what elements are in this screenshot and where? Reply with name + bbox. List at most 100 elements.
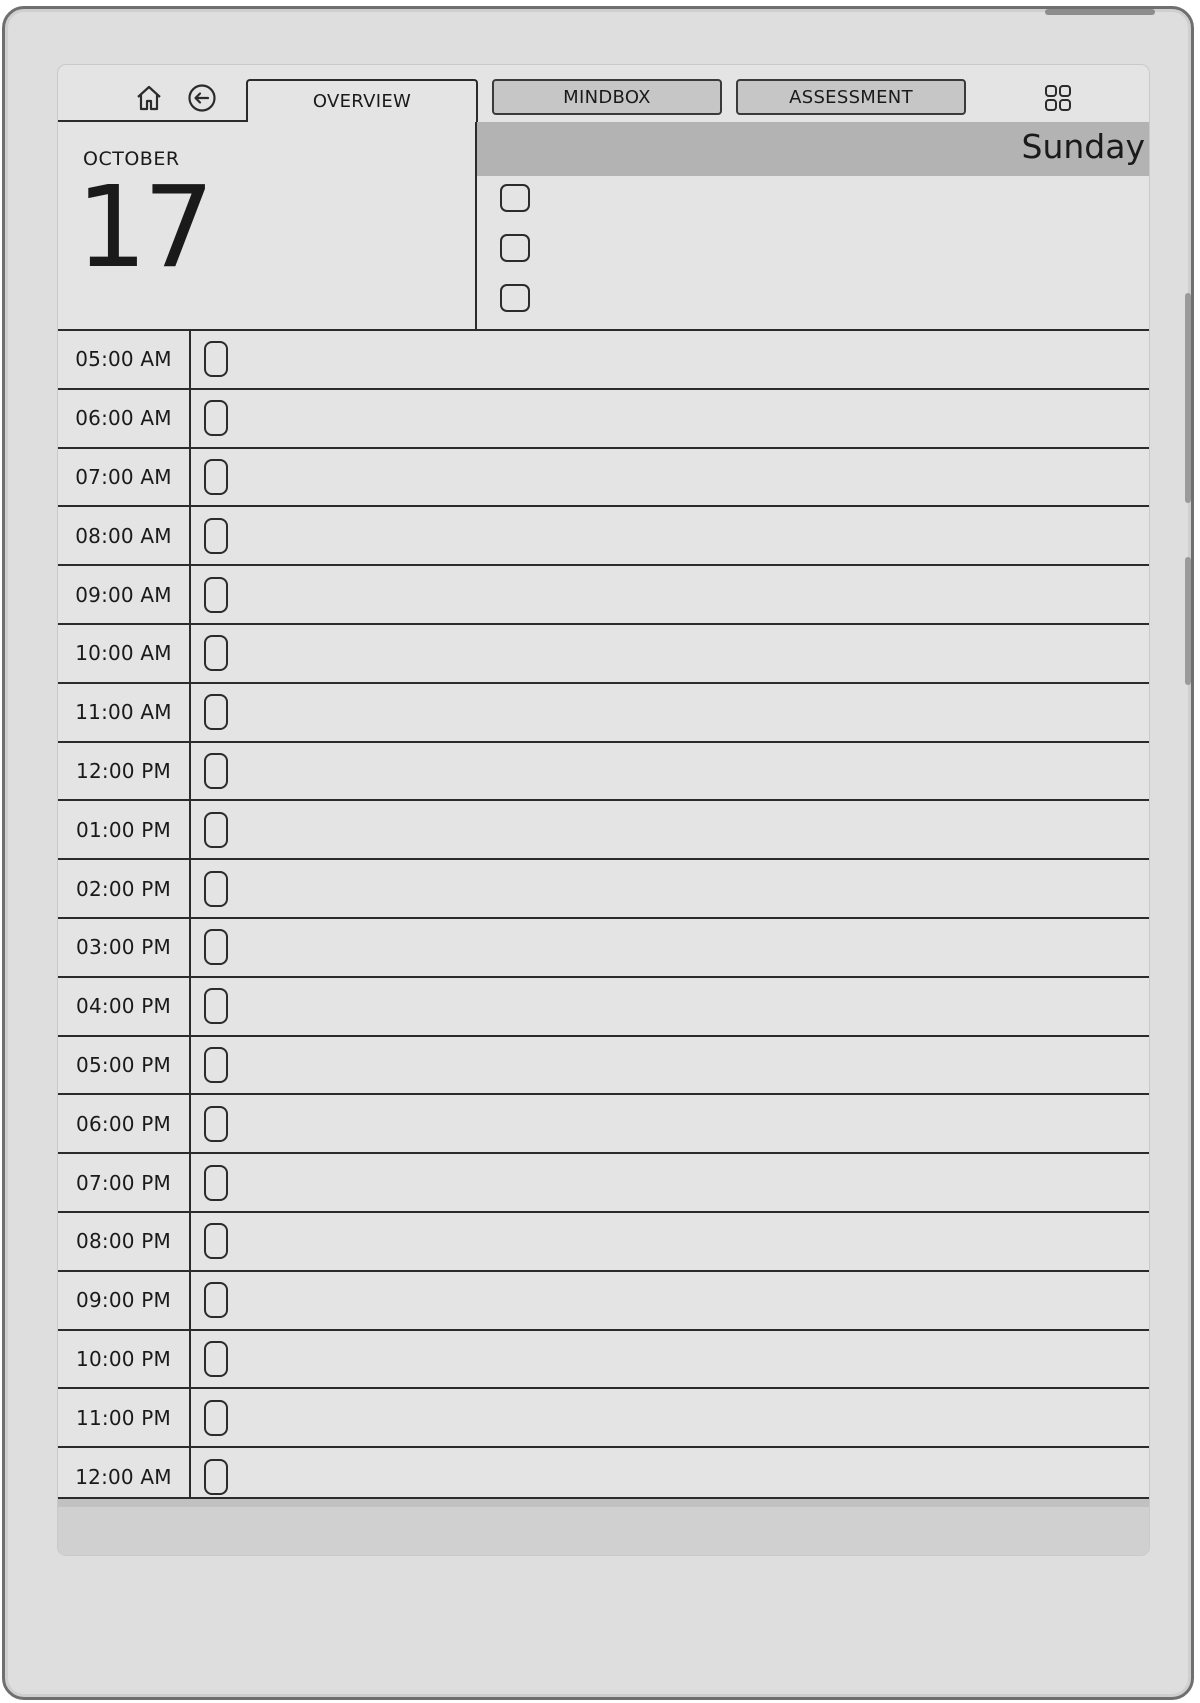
schedule-row: 09:00 PM [58,1271,1149,1331]
side-button-lower [1185,557,1191,685]
schedule-row: 09:00 AM [58,566,1149,625]
schedule-row: 08:00 PM [58,1212,1149,1272]
schedule-checkbox[interactable] [204,870,228,907]
schedule-row: 05:00 PM [58,1036,1149,1096]
time-label: 08:00 AM [58,507,191,565]
schedule-checkbox[interactable] [204,929,228,966]
schedule-checkbox[interactable] [204,1223,228,1260]
time-label: 11:00 PM [58,1389,191,1447]
time-label: 07:00 AM [58,448,191,506]
schedule-row: 10:00 AM [58,624,1149,684]
grid-icon[interactable] [1042,82,1074,114]
top-navigation-bar: OVERVIEW MINDBOX ASSESSMENT [58,65,1149,122]
schedule-entry-field[interactable] [238,1037,1149,1094]
tab-assessment-label: ASSESSMENT [789,86,913,108]
time-label: 09:00 AM [58,566,191,623]
schedule-checkbox[interactable] [204,635,228,672]
schedule-row: 11:00 PM [58,1389,1149,1449]
time-label: 06:00 PM [58,1095,191,1153]
schedule-row: 06:00 PM [58,1095,1149,1155]
e-reader-device: OVERVIEW MINDBOX ASSESSMENT OCTOBER 17 S… [2,6,1194,1700]
schedule-checkbox[interactable] [204,1282,228,1319]
schedule-entry-field[interactable] [238,1095,1149,1152]
schedule-row: 04:00 PM [58,977,1149,1037]
schedule-checkbox[interactable] [204,811,228,848]
time-label: 05:00 AM [58,331,191,388]
tab-mindbox[interactable]: MINDBOX [492,79,722,115]
page-footer [58,1497,1149,1555]
time-label: 08:00 PM [58,1212,191,1270]
schedule-checkbox[interactable] [204,400,228,437]
schedule-checkbox[interactable] [204,988,228,1025]
schedule-checkbox[interactable] [204,517,228,554]
schedule-entry-field[interactable] [238,684,1149,741]
schedule-entry-field[interactable] [238,449,1149,506]
schedule-entry-field[interactable] [238,919,1149,976]
power-button [1045,9,1155,15]
schedule-row: 07:00 PM [58,1154,1149,1213]
schedule-checkbox[interactable] [204,1105,228,1142]
schedule-entry-field[interactable] [238,390,1149,447]
schedule-checkbox[interactable] [204,341,228,378]
schedule-entry-field[interactable] [238,860,1149,917]
side-button-upper [1185,293,1191,503]
schedule-row: 10:00 PM [58,1330,1149,1390]
schedule-entry-field[interactable] [238,743,1149,800]
time-label: 04:00 PM [58,977,191,1035]
schedule-entry-field[interactable] [238,625,1149,682]
schedule-entry-field[interactable] [238,507,1149,564]
schedule-row: 06:00 AM [58,389,1149,449]
time-label: 05:00 PM [58,1036,191,1094]
tab-mindbox-label: MINDBOX [563,86,651,108]
schedule-row: 05:00 AM [58,331,1149,390]
todo-checkbox-1[interactable] [500,184,530,212]
todo-checkbox-2[interactable] [500,234,530,262]
schedule-row: 11:00 AM [58,683,1149,743]
hourly-schedule: 05:00 AM 06:00 AM 07:00 AM 08:00 AM 09:00 AM… [58,331,1149,1507]
footer-divider [58,1497,1149,1507]
weekday-label: Sunday [1021,127,1145,166]
planner-page: OVERVIEW MINDBOX ASSESSMENT OCTOBER 17 S… [58,65,1149,1555]
schedule-checkbox[interactable] [204,576,228,613]
schedule-entry-field[interactable] [238,1213,1149,1270]
schedule-row: 02:00 PM [58,860,1149,919]
schedule-entry-field[interactable] [238,1389,1149,1446]
time-label: 06:00 AM [58,389,191,447]
time-label: 10:00 PM [58,1330,191,1388]
schedule-entry-field[interactable] [238,331,1149,388]
schedule-checkbox[interactable] [204,752,228,789]
tab-overview-label: OVERVIEW [312,91,412,112]
schedule-row: 08:00 AM [58,507,1149,567]
schedule-entry-field[interactable] [238,1331,1149,1388]
schedule-checkbox[interactable] [204,1340,228,1377]
schedule-entry-field[interactable] [238,978,1149,1035]
schedule-entry-field[interactable] [238,801,1149,858]
schedule-checkbox[interactable] [204,1164,228,1201]
schedule-checkbox[interactable] [204,1046,228,1083]
time-label: 09:00 PM [58,1271,191,1329]
schedule-entry-field[interactable] [238,1272,1149,1329]
schedule-checkbox[interactable] [204,458,228,495]
tab-overview[interactable]: OVERVIEW [246,79,478,122]
schedule-checkbox[interactable] [204,1458,228,1495]
schedule-row: 01:00 PM [58,801,1149,861]
home-icon[interactable] [132,81,166,115]
day-number: 17 [76,163,215,293]
time-label: 03:00 PM [58,918,191,976]
date-panel: OCTOBER 17 [58,122,477,329]
schedule-row: 03:00 PM [58,918,1149,978]
time-label: 02:00 PM [58,860,191,917]
schedule-checkbox[interactable] [204,1399,228,1436]
schedule-checkbox[interactable] [204,694,228,731]
schedule-row: 12:00 PM [58,742,1149,802]
schedule-entry-field[interactable] [238,566,1149,623]
time-label: 12:00 PM [58,742,191,800]
back-arrow-icon[interactable] [185,81,219,115]
time-label: 01:00 PM [58,801,191,859]
time-label: 11:00 AM [58,683,191,741]
schedule-entry-field[interactable] [238,1154,1149,1211]
tab-assessment[interactable]: ASSESSMENT [736,79,966,115]
time-label: 10:00 AM [58,624,191,682]
time-label: 07:00 PM [58,1154,191,1211]
todo-checkbox-3[interactable] [500,284,530,312]
